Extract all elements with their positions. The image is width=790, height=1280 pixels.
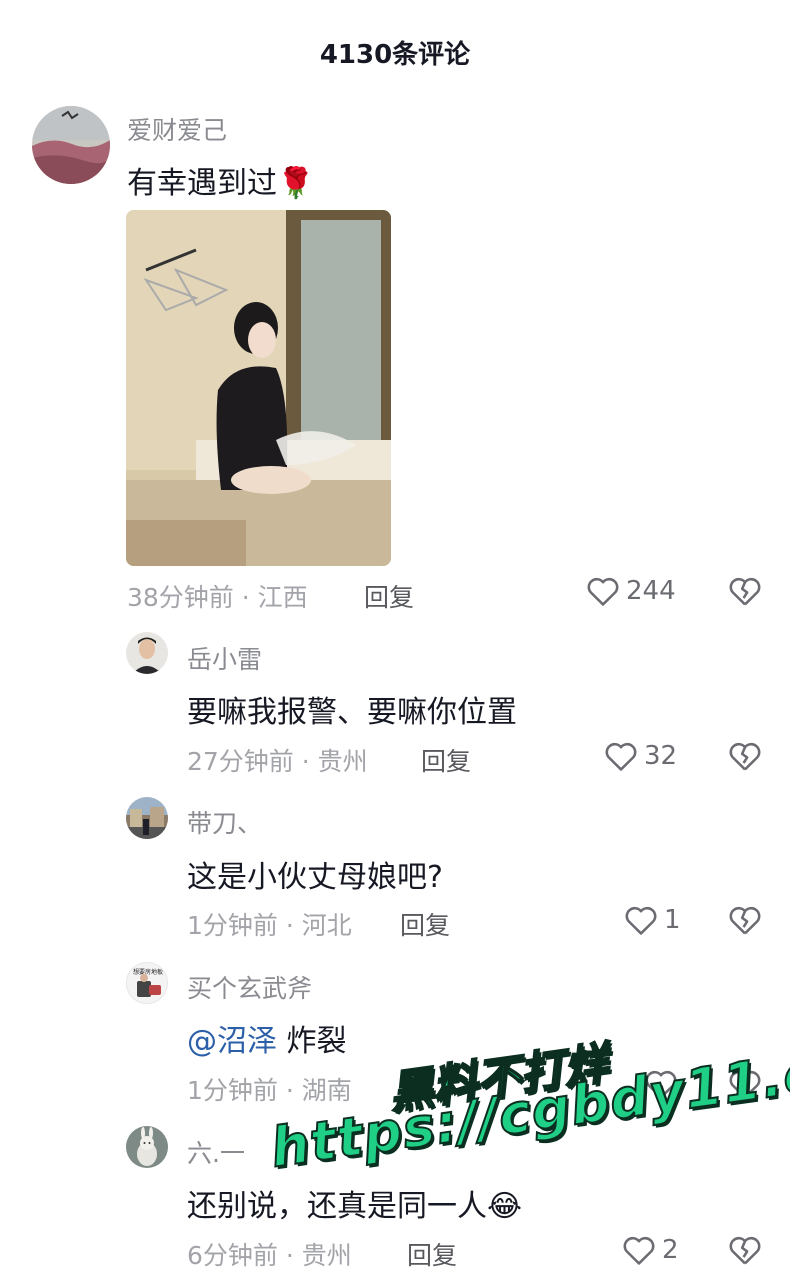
comment-text: @沼泽 炸裂	[187, 1016, 347, 1060]
broken-heart-icon	[729, 906, 761, 935]
avatar[interactable]	[126, 797, 168, 839]
reply-button[interactable]: 回复	[407, 1236, 457, 1272]
comment-meta: 38分钟前 · 江西	[127, 583, 308, 612]
reply-button[interactable]: 回复	[421, 742, 471, 778]
like-count: 2	[662, 1235, 679, 1265]
like-button[interactable]: 32	[604, 740, 677, 772]
like-count: 244	[626, 576, 676, 606]
avatar[interactable]	[126, 632, 168, 674]
dislike-button[interactable]	[728, 1234, 762, 1270]
avatar-caption: 想要房地板	[133, 968, 163, 976]
comment-username[interactable]: 买个玄武斧	[187, 969, 312, 1005]
reply-button[interactable]: 回复	[400, 906, 450, 942]
heart-outline-icon	[625, 906, 657, 935]
avatar[interactable]	[126, 1126, 168, 1168]
comment-text-body: 还别说，还真是同一人	[187, 1189, 487, 1224]
broken-heart-icon	[729, 577, 761, 606]
comment-username[interactable]: 带刀、	[187, 804, 262, 840]
heart-outline-icon	[587, 577, 619, 606]
like-count: 1	[664, 905, 681, 935]
rose-emoji: 🌹	[277, 166, 315, 201]
like-button[interactable]: 1	[624, 904, 681, 936]
avatar[interactable]	[32, 106, 110, 184]
comment-username[interactable]: 六.一	[187, 1134, 245, 1170]
dislike-button[interactable]	[728, 740, 762, 776]
like-button[interactable]: 244	[586, 575, 676, 607]
comment-text: 这是小伙丈母娘吧?	[187, 860, 443, 895]
comment-text: 要嘛我报警、要嘛你位置	[187, 695, 517, 730]
reply-button[interactable]: 回复	[364, 578, 414, 614]
comment-username[interactable]: 爱财爱己	[127, 111, 227, 147]
like-button[interactable]: 2	[622, 1234, 679, 1266]
comment-text: 有幸遇到过🌹	[127, 158, 314, 202]
broken-heart-icon	[729, 1236, 761, 1265]
heart-outline-icon	[605, 742, 637, 771]
comment-text-body: 有幸遇到过	[127, 166, 277, 201]
comment-image[interactable]	[126, 210, 391, 566]
comment-meta: 27分钟前 · 贵州	[187, 747, 368, 776]
broken-heart-icon	[729, 742, 761, 771]
comment-username[interactable]: 岳小雷	[187, 640, 262, 676]
comment-meta: 1分钟前 · 河北	[187, 911, 352, 940]
comment-text: 还别说，还真是同一人😂	[187, 1181, 522, 1225]
comment-text-body: 炸裂	[277, 1024, 347, 1059]
like-count: 32	[644, 741, 678, 771]
mention-link[interactable]: @沼泽	[187, 1024, 277, 1059]
avatar[interactable]: 想要房地板	[126, 962, 168, 1004]
comment-meta: 6分钟前 · 贵州	[187, 1241, 352, 1270]
heart-outline-icon	[623, 1236, 655, 1265]
comments-count-title: 4130条评论	[319, 40, 471, 70]
dislike-button[interactable]	[728, 575, 762, 611]
laughing-emoji: 😂	[487, 1189, 523, 1224]
dislike-button[interactable]	[728, 904, 762, 940]
comment-meta: 1分钟前 · 湖南	[187, 1076, 352, 1105]
